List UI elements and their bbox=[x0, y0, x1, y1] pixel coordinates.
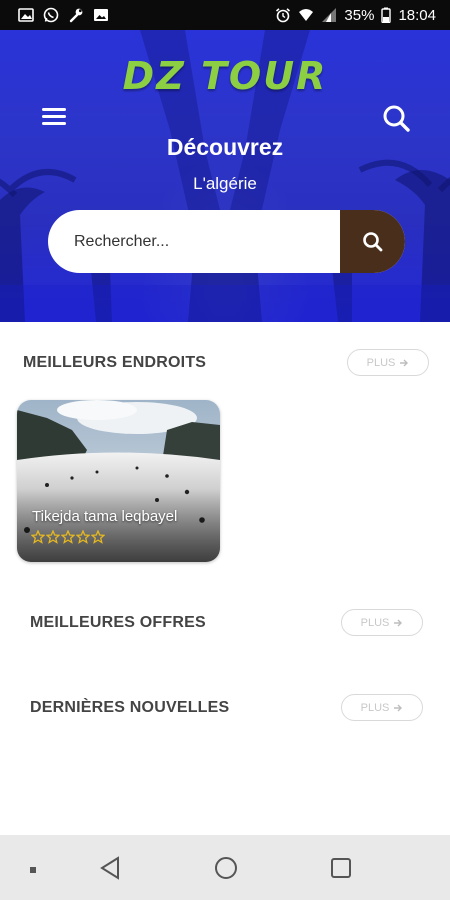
search-submit-button[interactable] bbox=[340, 210, 405, 273]
place-rating bbox=[31, 530, 105, 544]
hero-header: DZ TOUR Découvrez L'algérie bbox=[0, 30, 450, 322]
plus-label: PLUS bbox=[360, 616, 390, 629]
recents-button[interactable] bbox=[330, 857, 352, 884]
dot-icon bbox=[30, 867, 36, 873]
star-icon bbox=[91, 530, 105, 544]
star-icon bbox=[31, 530, 45, 544]
alarm-icon bbox=[275, 7, 291, 23]
status-bar: 35% 18:04 bbox=[0, 0, 450, 30]
latest-news-plus-button[interactable]: PLUS bbox=[341, 694, 423, 721]
menu-button[interactable] bbox=[40, 102, 70, 132]
latest-news-header: DERNIÈRES NOUVELLES PLUS bbox=[30, 694, 423, 721]
hero-subtitle: L'algérie bbox=[193, 174, 257, 193]
search-input[interactable] bbox=[48, 210, 340, 273]
section-title: MEILLEURES OFFRES bbox=[30, 613, 206, 631]
search-icon bbox=[383, 105, 410, 132]
wifi-icon bbox=[298, 7, 314, 23]
recents-icon bbox=[331, 858, 351, 878]
arrow-right-icon bbox=[394, 619, 403, 626]
menu-icon-bar bbox=[42, 115, 66, 118]
back-icon bbox=[100, 856, 119, 880]
gallery-icon bbox=[93, 7, 109, 23]
best-offers-header: MEILLEURES OFFRES PLUS bbox=[30, 609, 423, 636]
wrench-icon bbox=[68, 7, 84, 23]
section-title: DERNIÈRES NOUVELLES bbox=[30, 698, 230, 716]
home-button[interactable] bbox=[214, 856, 238, 885]
header-search-button[interactable] bbox=[380, 102, 414, 136]
arrow-right-icon bbox=[394, 704, 403, 711]
battery-icon bbox=[381, 7, 392, 24]
menu-icon-bar bbox=[42, 108, 66, 111]
best-places-plus-button[interactable]: PLUS bbox=[347, 349, 429, 376]
home-icon bbox=[215, 857, 237, 879]
search-icon bbox=[362, 231, 382, 251]
battery-percent: 35% bbox=[344, 6, 375, 24]
image-icon bbox=[18, 7, 34, 23]
menu-icon-bar bbox=[42, 122, 66, 125]
section-title: MEILLEURS ENDROITS bbox=[23, 353, 207, 371]
hero-title: Découvrez bbox=[166, 134, 284, 160]
plus-label: PLUS bbox=[366, 356, 396, 369]
status-right-icons: 35% 18:04 bbox=[275, 7, 436, 24]
app-logo: DZ TOUR bbox=[122, 54, 328, 98]
whatsapp-icon bbox=[43, 7, 59, 23]
plus-label: PLUS bbox=[360, 701, 390, 714]
best-places-header: MEILLEURS ENDROITS PLUS bbox=[23, 349, 429, 376]
star-icon bbox=[46, 530, 60, 544]
place-card[interactable]: Tikejda tama leqbayel bbox=[17, 400, 220, 562]
back-button[interactable] bbox=[99, 856, 121, 885]
best-offers-plus-button[interactable]: PLUS bbox=[341, 609, 423, 636]
system-nav-bar bbox=[0, 835, 450, 900]
star-icon bbox=[61, 530, 75, 544]
clock: 18:04 bbox=[398, 6, 436, 24]
star-icon bbox=[76, 530, 90, 544]
status-left-icons bbox=[18, 7, 109, 23]
nav-dot-button[interactable] bbox=[28, 862, 38, 880]
place-name: Tikejda tama leqbayel bbox=[32, 508, 178, 525]
arrow-right-icon bbox=[400, 359, 409, 366]
search-bar bbox=[48, 210, 405, 273]
signal-icon bbox=[321, 7, 337, 23]
